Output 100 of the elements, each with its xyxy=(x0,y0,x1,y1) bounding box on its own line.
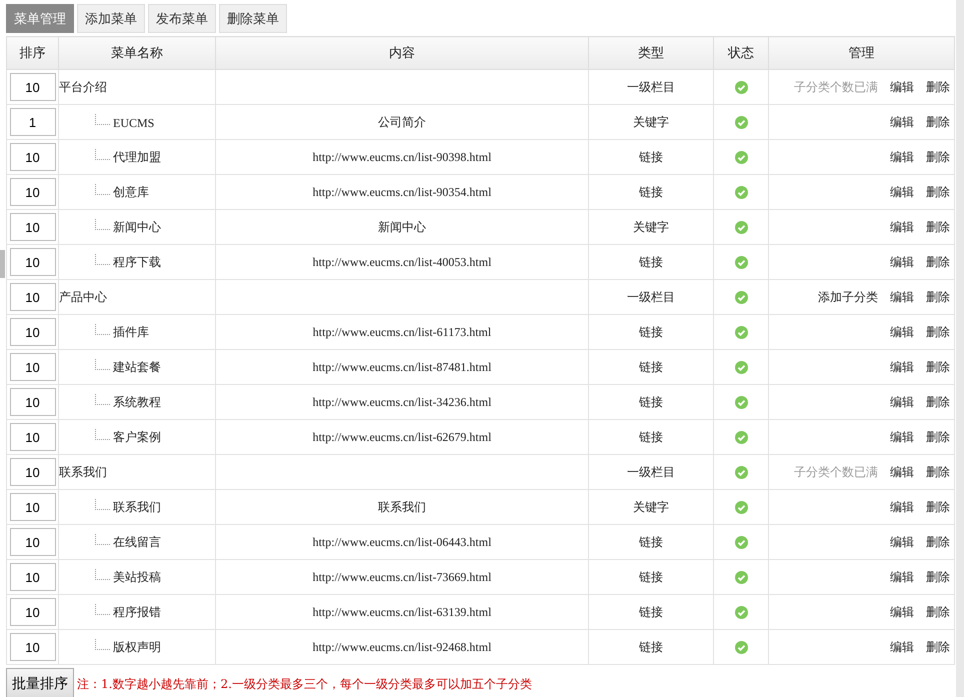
menu-type: 链接 xyxy=(639,184,663,198)
order-field[interactable]: 1 xyxy=(10,108,56,136)
delete-link[interactable]: 删除 xyxy=(926,290,950,304)
menu-name: 在线留言 xyxy=(113,534,161,550)
tab[interactable]: 添加菜单 xyxy=(77,4,145,33)
menu-content: http://www.eucms.cn/list-62679.html xyxy=(312,430,492,444)
order-field[interactable]: 10 xyxy=(10,213,56,241)
column-header: 状态 xyxy=(714,36,768,70)
tab[interactable]: 菜单管理 xyxy=(6,4,74,33)
order-field[interactable]: 10 xyxy=(10,318,56,346)
menu-name: 创意库 xyxy=(113,184,149,200)
menu-type: 链接 xyxy=(639,254,663,268)
delete-link[interactable]: 删除 xyxy=(926,394,950,408)
menu-name: 联系我们 xyxy=(59,464,107,478)
subcategory-full-note: 子分类个数已满 xyxy=(794,464,878,478)
menu-content: http://www.eucms.cn/list-90354.html xyxy=(312,184,492,198)
menu-type: 链接 xyxy=(639,430,663,444)
column-header: 管理 xyxy=(768,36,954,70)
menu-name: 平台介绍 xyxy=(59,80,107,94)
edit-link[interactable]: 编辑 xyxy=(890,150,914,164)
order-field[interactable]: 10 xyxy=(10,528,56,556)
menu-content: http://www.eucms.cn/list-34236.html xyxy=(312,394,492,408)
menu-type: 链接 xyxy=(639,394,663,408)
delete-link[interactable]: 删除 xyxy=(926,570,950,584)
delete-link[interactable]: 删除 xyxy=(926,254,950,268)
edit-link[interactable]: 编辑 xyxy=(890,114,914,128)
order-field[interactable]: 10 xyxy=(10,563,56,591)
menu-type: 关键字 xyxy=(633,500,669,514)
order-field[interactable]: 10 xyxy=(10,353,56,381)
order-field[interactable]: 10 xyxy=(10,283,56,311)
order-field[interactable]: 10 xyxy=(10,178,56,206)
order-field[interactable]: 10 xyxy=(10,633,56,661)
edit-link[interactable]: 编辑 xyxy=(890,500,914,514)
menu-content: http://www.eucms.cn/list-90398.html xyxy=(312,150,492,164)
edit-link[interactable]: 编辑 xyxy=(890,570,914,584)
delete-link[interactable]: 删除 xyxy=(926,360,950,374)
add-subcategory-link[interactable]: 添加子分类 xyxy=(818,290,878,304)
order-field[interactable]: 10 xyxy=(10,493,56,521)
order-field[interactable]: 10 xyxy=(10,458,56,486)
menu-content: http://www.eucms.cn/list-61173.html xyxy=(312,324,492,338)
edit-link[interactable]: 编辑 xyxy=(890,254,914,268)
edit-link[interactable]: 编辑 xyxy=(890,220,914,234)
menu-content: http://www.eucms.cn/list-87481.html xyxy=(312,360,492,374)
order-field[interactable]: 10 xyxy=(10,388,56,416)
delete-link[interactable]: 删除 xyxy=(926,500,950,514)
menu-type: 链接 xyxy=(639,150,663,164)
tab[interactable]: 删除菜单 xyxy=(219,4,287,33)
edit-link[interactable]: 编辑 xyxy=(890,604,914,618)
menu-content: http://www.eucms.cn/list-73669.html xyxy=(312,570,492,584)
edit-link[interactable]: 编辑 xyxy=(890,394,914,408)
edit-link[interactable]: 编辑 xyxy=(890,430,914,444)
menu-content: http://www.eucms.cn/list-06443.html xyxy=(312,534,492,548)
edit-link[interactable]: 编辑 xyxy=(890,534,914,548)
edit-link[interactable]: 编辑 xyxy=(890,464,914,478)
menu-name: 新闻中心 xyxy=(113,218,161,236)
menu-name: 客户案例 xyxy=(113,428,161,446)
menu-name: 产品中心 xyxy=(59,290,107,304)
menu-type: 一级栏目 xyxy=(627,464,675,478)
edit-link[interactable]: 编辑 xyxy=(890,290,914,304)
edit-link[interactable]: 编辑 xyxy=(890,184,914,198)
delete-link[interactable]: 删除 xyxy=(926,114,950,128)
batch-sort-button[interactable]: 批量排序 xyxy=(6,668,74,697)
order-field[interactable]: 10 xyxy=(10,73,56,101)
menu-type: 链接 xyxy=(639,604,663,618)
edit-link[interactable]: 编辑 xyxy=(890,360,914,374)
edit-link[interactable]: 编辑 xyxy=(890,640,914,654)
menu-type: 关键字 xyxy=(633,114,669,128)
menu-name: 美站投稿 xyxy=(113,568,161,586)
menu-name: 插件库 xyxy=(113,324,149,340)
menu-type: 链接 xyxy=(639,570,663,584)
menu-content: http://www.eucms.cn/list-92468.html xyxy=(312,640,492,654)
tab[interactable]: 发布菜单 xyxy=(148,4,216,33)
order-field[interactable]: 10 xyxy=(10,423,56,451)
delete-link[interactable]: 删除 xyxy=(926,324,950,338)
delete-link[interactable]: 删除 xyxy=(926,184,950,198)
menu-type: 一级栏目 xyxy=(627,80,675,94)
menu-content: http://www.eucms.cn/list-40053.html xyxy=(312,254,492,268)
menu-name: 程序报错 xyxy=(113,604,161,620)
order-field[interactable]: 10 xyxy=(10,598,56,626)
column-header: 类型 xyxy=(588,36,714,70)
column-header: 内容 xyxy=(216,36,588,70)
column-header: 排序 xyxy=(6,36,58,70)
menu-name: 代理加盟 xyxy=(113,148,161,166)
delete-link[interactable]: 删除 xyxy=(926,604,950,618)
collapse-handle[interactable] xyxy=(0,250,5,278)
delete-link[interactable]: 删除 xyxy=(926,150,950,164)
delete-link[interactable]: 删除 xyxy=(926,640,950,654)
delete-link[interactable]: 删除 xyxy=(926,534,950,548)
menu-type: 一级栏目 xyxy=(627,290,675,304)
menu-type: 链接 xyxy=(639,534,663,548)
menu-name: 建站套餐 xyxy=(113,358,161,376)
delete-link[interactable]: 删除 xyxy=(926,80,950,94)
edit-link[interactable]: 编辑 xyxy=(890,324,914,338)
edit-link[interactable]: 编辑 xyxy=(890,80,914,94)
order-field[interactable]: 10 xyxy=(10,248,56,276)
subcategory-full-note: 子分类个数已满 xyxy=(794,80,878,94)
delete-link[interactable]: 删除 xyxy=(926,220,950,234)
order-field[interactable]: 10 xyxy=(10,143,56,171)
delete-link[interactable]: 删除 xyxy=(926,464,950,478)
delete-link[interactable]: 删除 xyxy=(926,430,950,444)
